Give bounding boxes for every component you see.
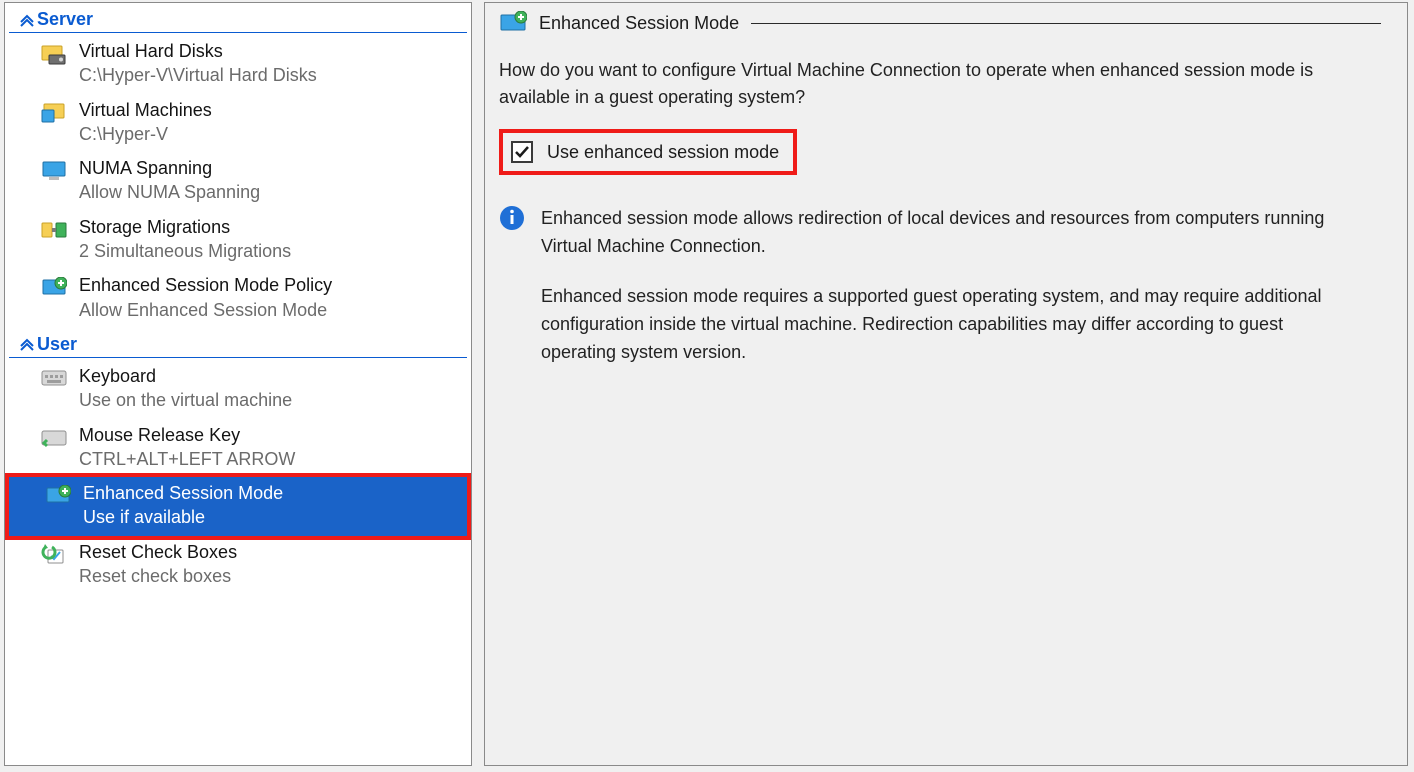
settings-detail-panel: Enhanced Session Mode How do you want to… — [484, 2, 1408, 766]
section-header-user[interactable]: User — [9, 328, 467, 358]
sidebar-item-label: Virtual Machines — [79, 98, 212, 122]
sidebar-item-sublabel: Use if available — [83, 505, 283, 529]
folder-disk-icon — [41, 41, 67, 67]
checkbox-label: Use enhanced session mode — [547, 142, 779, 163]
info-icon — [499, 205, 525, 231]
keyboard-release-icon — [41, 425, 67, 451]
enhanced-session-icon — [45, 483, 71, 509]
sidebar-item-label: Reset Check Boxes — [79, 540, 237, 564]
sidebar-item-sublabel: CTRL+ALT+LEFT ARROW — [79, 447, 295, 471]
section-title: User — [37, 334, 77, 355]
section-header-server[interactable]: Server — [9, 3, 467, 33]
info-paragraph: Enhanced session mode allows redirection… — [541, 205, 1339, 261]
panel-heading: Enhanced Session Mode — [539, 13, 739, 34]
use-enhanced-session-mode-checkbox[interactable]: Use enhanced session mode — [499, 129, 797, 175]
sidebar-item-mouse-release-key[interactable]: Mouse Release Key CTRL+ALT+LEFT ARROW — [5, 419, 471, 478]
sidebar-item-virtual-machines[interactable]: Virtual Machines C:\Hyper-V — [5, 94, 471, 153]
sidebar-item-label: Storage Migrations — [79, 215, 291, 239]
sidebar-item-enhanced-session-mode[interactable]: Enhanced Session Mode Use if available — [9, 477, 467, 536]
sidebar-item-label: Enhanced Session Mode — [83, 481, 283, 505]
sidebar-item-sublabel: C:\Hyper-V\Virtual Hard Disks — [79, 63, 317, 87]
sidebar-item-sublabel: 2 Simultaneous Migrations — [79, 239, 291, 263]
sidebar-item-label: Keyboard — [79, 364, 292, 388]
sidebar-item-reset-check-boxes[interactable]: Reset Check Boxes Reset check boxes — [5, 536, 471, 595]
section-title: Server — [37, 9, 93, 30]
sidebar-item-label: NUMA Spanning — [79, 156, 260, 180]
sidebar-item-sublabel: Allow NUMA Spanning — [79, 180, 260, 204]
divider — [751, 23, 1381, 24]
sidebar-item-numa-spanning[interactable]: NUMA Spanning Allow NUMA Spanning — [5, 152, 471, 211]
info-text: Enhanced session mode allows redirection… — [541, 205, 1339, 388]
sidebar-item-sublabel: Use on the virtual machine — [79, 388, 292, 412]
chevron-up-icon — [17, 337, 37, 351]
sidebar-item-sublabel: Allow Enhanced Session Mode — [79, 298, 332, 322]
enhanced-session-icon — [499, 11, 527, 35]
monitor-icon — [41, 158, 67, 184]
sidebar-item-label: Virtual Hard Disks — [79, 39, 317, 63]
sidebar-item-virtual-hard-disks[interactable]: Virtual Hard Disks C:\Hyper-V\Virtual Ha… — [5, 35, 471, 94]
checkbox-icon — [511, 141, 533, 163]
reset-checkbox-icon — [41, 542, 67, 568]
panel-description: How do you want to configure Virtual Mac… — [499, 57, 1381, 111]
sidebar-item-label: Mouse Release Key — [79, 423, 295, 447]
folder-vm-icon — [41, 100, 67, 126]
info-paragraph: Enhanced session mode requires a support… — [541, 283, 1339, 367]
keyboard-icon — [41, 366, 67, 392]
sidebar-item-enhanced-session-mode-policy[interactable]: Enhanced Session Mode Policy Allow Enhan… — [5, 269, 471, 328]
storage-migration-icon — [41, 217, 67, 243]
chevron-up-icon — [17, 13, 37, 27]
sidebar-item-label: Enhanced Session Mode Policy — [79, 273, 332, 297]
enhanced-session-icon — [41, 275, 67, 301]
settings-navigation-tree: Server Virtual Hard Disks C:\Hyper-V\Vir… — [4, 2, 472, 766]
sidebar-item-keyboard[interactable]: Keyboard Use on the virtual machine — [5, 360, 471, 419]
sidebar-item-storage-migrations[interactable]: Storage Migrations 2 Simultaneous Migrat… — [5, 211, 471, 270]
sidebar-item-sublabel: C:\Hyper-V — [79, 122, 212, 146]
sidebar-item-sublabel: Reset check boxes — [79, 564, 237, 588]
